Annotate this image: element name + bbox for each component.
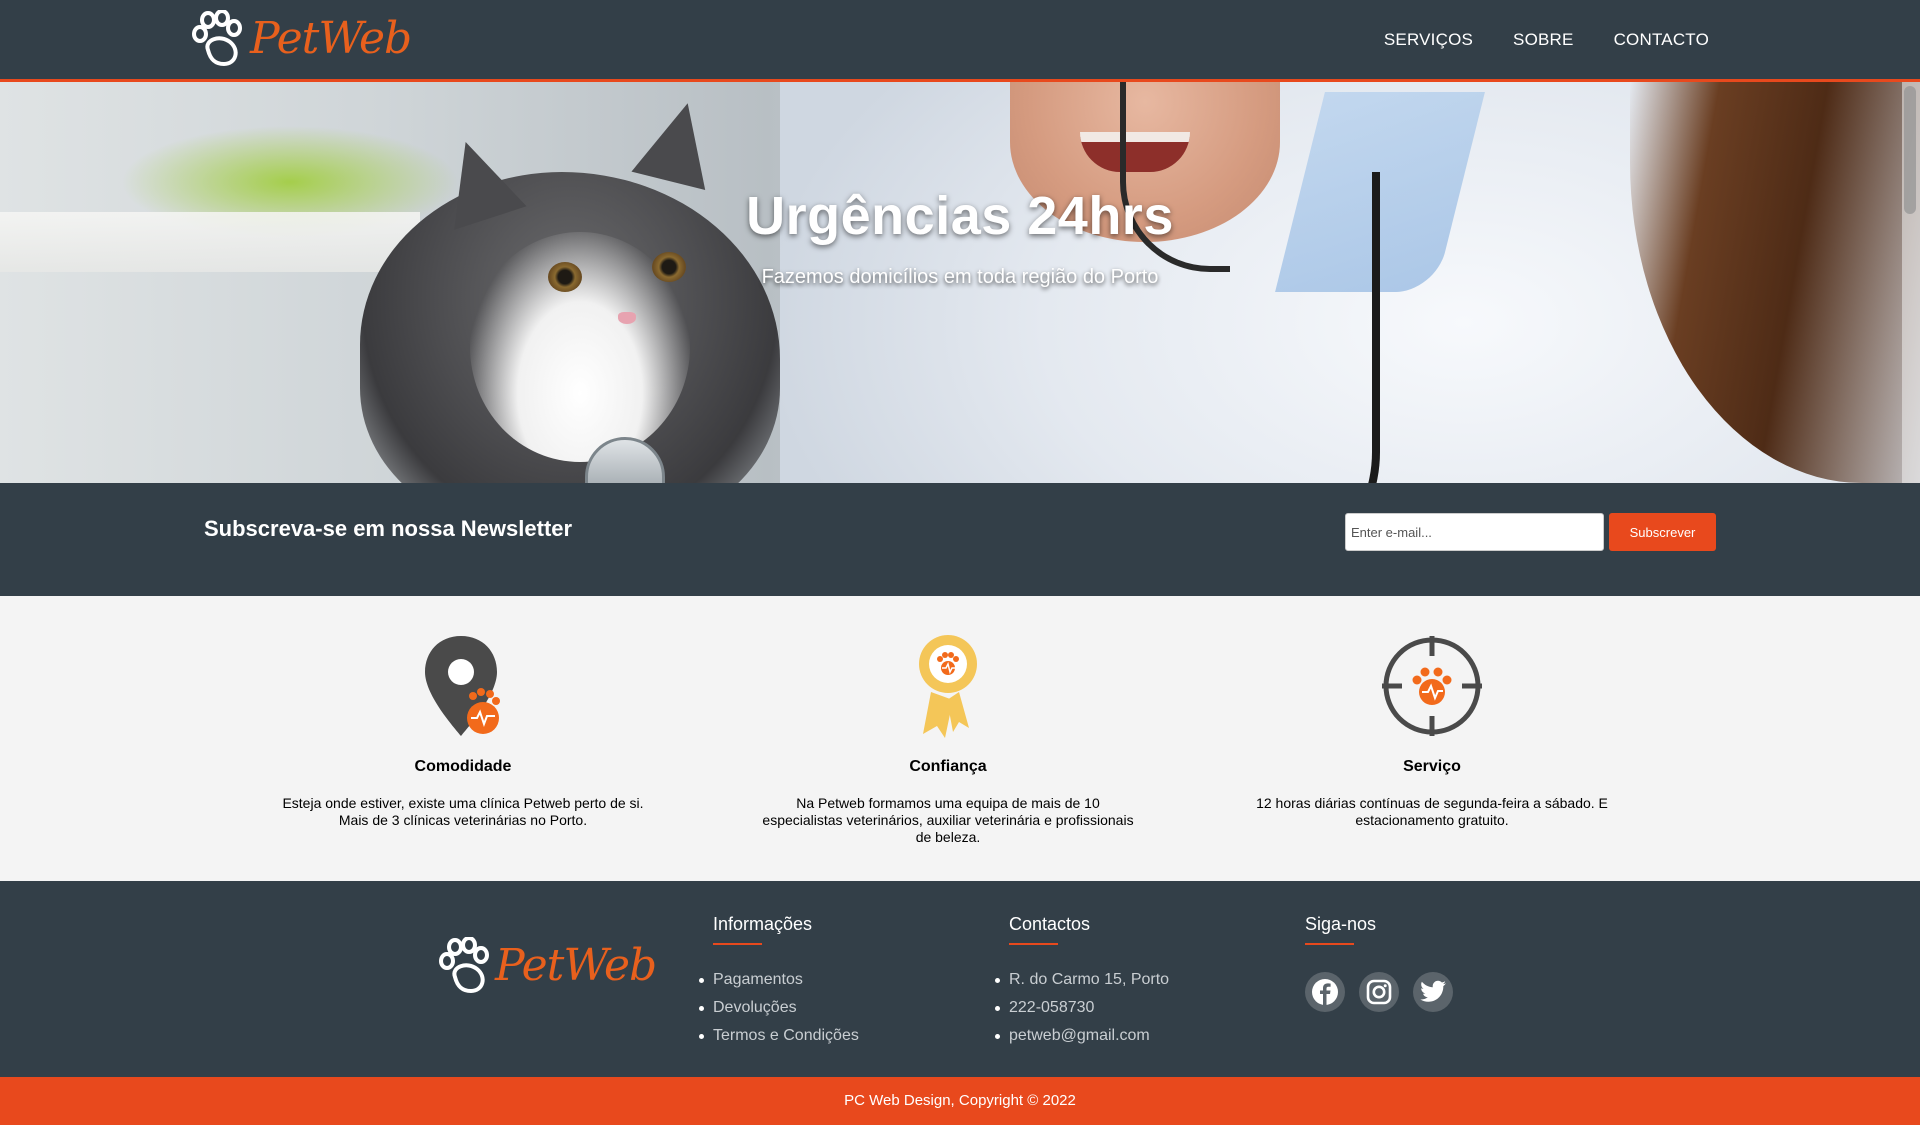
footer-contacts-column: Contactos R. do Carmo 15, Porto 222-0587… bbox=[994, 914, 1169, 1050]
footer-contact-email[interactable]: petweb@gmail.com bbox=[994, 1022, 1169, 1050]
site-header: PetWeb SERVIÇOS SOBRE CONTACTO bbox=[0, 0, 1920, 82]
nav-contacto[interactable]: CONTACTO bbox=[1614, 30, 1709, 50]
footer-social-column: Siga-nos bbox=[1305, 914, 1453, 1012]
paw-logo-icon bbox=[192, 10, 242, 67]
instagram-icon bbox=[1366, 979, 1392, 1005]
feature-icon-wrap bbox=[263, 634, 663, 738]
site-footer: PetWeb Informações Pagamentos Devoluções… bbox=[0, 881, 1920, 1077]
feature-text: 12 horas diárias contínuas de segunda-fe… bbox=[1256, 795, 1608, 828]
feature-title: Comodidade bbox=[414, 758, 512, 775]
page-scrollbar-thumb[interactable] bbox=[1904, 86, 1916, 214]
instagram-link[interactable] bbox=[1359, 972, 1399, 1012]
newsletter-heading: Subscreva-se em nossa Newsletter bbox=[204, 516, 573, 541]
nav-servicos[interactable]: SERVIÇOS bbox=[1384, 30, 1473, 50]
newsletter-section: Subscreva-se em nossa Newsletter Subscre… bbox=[0, 483, 1920, 596]
footer-link-pagamentos[interactable]: Pagamentos bbox=[699, 966, 859, 994]
twitter-icon bbox=[1420, 980, 1446, 1002]
footer-link-devolucoes[interactable]: Devoluções bbox=[699, 994, 859, 1022]
main-nav: SERVIÇOS SOBRE CONTACTO bbox=[1384, 0, 1709, 79]
hero-title: Urgências 24hrs bbox=[746, 186, 1174, 246]
subscribe-button[interactable]: Subscrever bbox=[1609, 513, 1716, 551]
feature-icon-wrap bbox=[748, 634, 1148, 738]
feature-title: Serviço bbox=[1403, 758, 1461, 775]
hero-cat-ear-right bbox=[631, 93, 725, 191]
crosshair-paw-icon bbox=[1382, 636, 1482, 736]
hero-banner: Urgências 24hrs Fazemos domicílios em to… bbox=[0, 82, 1920, 483]
feature-text: Esteja onde estiver, existe uma clínica … bbox=[282, 795, 644, 828]
twitter-link[interactable] bbox=[1413, 972, 1453, 1012]
footer-info-list: Pagamentos Devoluções Termos e Condições bbox=[699, 966, 859, 1050]
newsletter-email-input[interactable] bbox=[1345, 513, 1604, 551]
nav-sobre[interactable]: SOBRE bbox=[1513, 30, 1574, 50]
social-links bbox=[1305, 972, 1453, 1012]
logo-text: PetWeb bbox=[250, 13, 412, 64]
award-ribbon-paw-icon bbox=[919, 635, 977, 738]
footer-logo-text: PetWeb bbox=[495, 940, 657, 991]
hero-cat-nose bbox=[618, 312, 636, 324]
features-section: Comodidade Esteja onde estiver, existe u… bbox=[0, 596, 1920, 881]
feature-icon-wrap bbox=[1232, 634, 1632, 738]
footer-contacts-list: R. do Carmo 15, Porto 222-058730 petweb@… bbox=[994, 966, 1169, 1050]
footer-social-title: Siga-nos bbox=[1305, 914, 1453, 945]
hero-subtitle: Fazemos domicílios em toda região do Por… bbox=[761, 266, 1159, 288]
feature-text: Na Petweb formamos uma equipa de mais de… bbox=[762, 795, 1134, 845]
footer-contacts-title: Contactos bbox=[1009, 914, 1169, 945]
feature-title: Confiança bbox=[909, 758, 987, 775]
facebook-icon bbox=[1312, 979, 1338, 1005]
paw-logo-icon bbox=[439, 937, 489, 994]
facebook-link[interactable] bbox=[1305, 972, 1345, 1012]
footer-contact-phone: 222-058730 bbox=[994, 994, 1169, 1022]
footer-link-termos[interactable]: Termos e Condições bbox=[699, 1022, 859, 1050]
footer-contact-address: R. do Carmo 15, Porto bbox=[994, 966, 1169, 994]
location-pin-paw-icon bbox=[425, 636, 500, 736]
copyright-bar: PC Web Design, Copyright © 2022 bbox=[0, 1077, 1920, 1125]
site-logo[interactable]: PetWeb bbox=[190, 8, 412, 70]
footer-info-title: Informações bbox=[713, 914, 859, 945]
footer-logo[interactable]: PetWeb bbox=[437, 937, 657, 995]
footer-info-column: Informações Pagamentos Devoluções Termos… bbox=[699, 914, 859, 1050]
